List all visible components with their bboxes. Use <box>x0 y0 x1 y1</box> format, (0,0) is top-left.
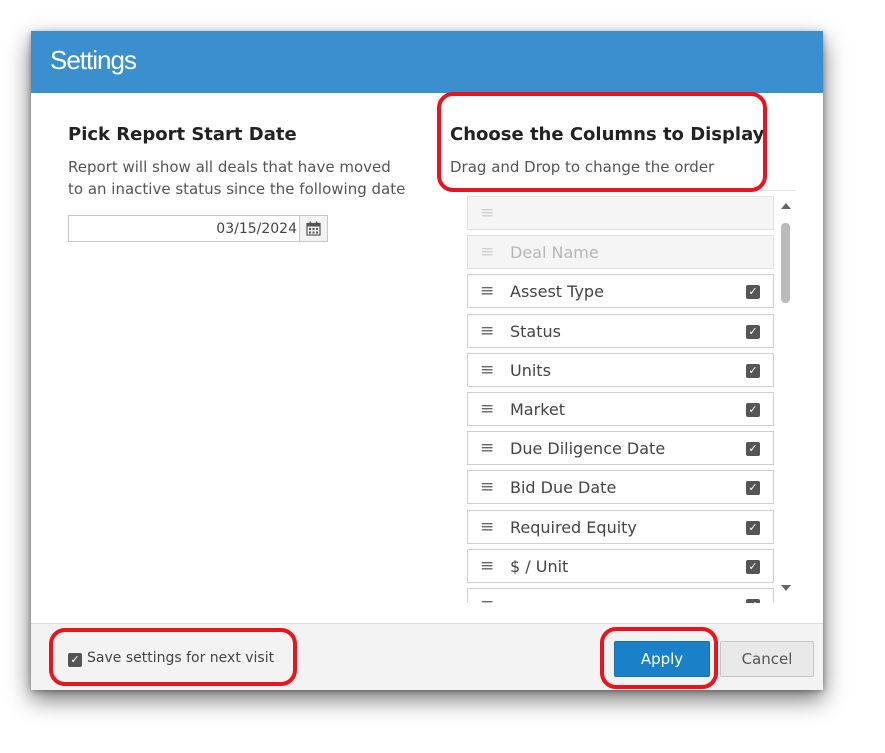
date-section-description-line2: to an inactive status since the followin… <box>68 180 406 198</box>
column-item-label: Due Diligence Date <box>510 439 666 458</box>
dialog-titlebar: Settings <box>31 31 823 93</box>
drag-handle-icon[interactable]: ≡ <box>480 323 494 340</box>
drag-handle-icon[interactable]: ≡ <box>480 283 494 300</box>
drag-handle-icon[interactable]: ≡ <box>480 558 494 575</box>
column-item-label: $ / Unit <box>510 557 569 576</box>
drag-handle-icon[interactable]: ≡ <box>480 519 494 536</box>
column-visible-checkbox[interactable]: ✓ <box>746 285 760 299</box>
column-visible-checkbox[interactable]: ✓ <box>746 521 760 535</box>
list-scrollbar[interactable] <box>777 199 795 595</box>
start-date-input[interactable] <box>69 216 301 241</box>
column-list-item[interactable]: ≡ Required Equity ✓ <box>467 510 774 544</box>
drag-handle-icon: ≡ <box>480 203 495 223</box>
column-visible-checkbox[interactable]: ✓ <box>746 325 760 339</box>
column-item-label: Assest Type <box>510 282 604 301</box>
column-list-item[interactable]: ≡ Units ✓ <box>467 353 774 387</box>
column-list-item[interactable]: ≡ Due Diligence Date ✓ <box>467 431 774 465</box>
annotation-callout-save-settings <box>49 628 297 686</box>
column-item-label: Deal Name <box>510 243 599 262</box>
column-list-item[interactable]: ≡ Market ✓ <box>467 392 774 426</box>
column-list-item[interactable]: ≡ $ / Unit ✓ <box>467 549 774 583</box>
drag-handle-icon[interactable]: ≡ <box>480 479 494 496</box>
drag-handle-icon[interactable]: ≡ <box>480 362 494 379</box>
cancel-button[interactable]: Cancel <box>720 641 814 677</box>
annotation-callout-apply <box>600 627 718 689</box>
column-visible-checkbox[interactable]: ✓ <box>746 364 760 378</box>
drag-handle-icon[interactable]: ≡ <box>480 401 494 418</box>
start-date-picker <box>68 215 328 242</box>
column-order-list: ≡ ≡ Deal Name ≡ Assest Type ✓ ≡ Status ✓ ≡ Units ✓ ≡… <box>452 190 796 603</box>
scrollbar-thumb[interactable] <box>781 223 790 303</box>
column-list-item[interactable]: ≡ Assest Type ✓ <box>467 274 774 308</box>
column-list-item[interactable]: ≡ Bid Due Date ✓ <box>467 470 774 504</box>
column-list-item: ≡ Deal Name <box>467 235 774 269</box>
scroll-up-arrow-icon[interactable] <box>781 203 791 209</box>
column-item-label: Units <box>510 361 551 380</box>
date-section-heading: Pick Report Start Date <box>68 124 297 145</box>
column-visible-checkbox[interactable]: ✓ <box>746 481 760 495</box>
dialog-title: Settings <box>50 45 137 75</box>
drag-handle-icon: ≡ <box>480 242 495 262</box>
column-visible-checkbox[interactable]: ✓ <box>746 442 760 456</box>
column-visible-checkbox[interactable]: ✓ <box>746 560 760 574</box>
date-section-description-line1: Report will show all deals that have mov… <box>68 158 391 176</box>
column-visible-checkbox[interactable]: ✓ <box>746 599 760 603</box>
column-item-label: Required Equity <box>510 518 637 537</box>
drag-handle-icon[interactable]: ≡ <box>480 440 494 457</box>
column-visible-checkbox[interactable]: ✓ <box>746 403 760 417</box>
calendar-button[interactable] <box>299 216 327 241</box>
column-item-label: Bid Due Date <box>510 478 617 497</box>
column-item-label: Market <box>510 400 565 419</box>
drag-handle-icon[interactable]: ≡ <box>480 597 494 604</box>
column-list-item: ≡ <box>467 196 774 230</box>
column-item-label: Status <box>510 322 561 341</box>
column-list-item[interactable]: ≡✓ <box>467 588 774 603</box>
calendar-icon <box>306 221 321 236</box>
column-list-item[interactable]: ≡ Status ✓ <box>467 314 774 348</box>
scroll-down-arrow-icon[interactable] <box>781 585 791 591</box>
annotation-callout-columns <box>437 92 767 192</box>
